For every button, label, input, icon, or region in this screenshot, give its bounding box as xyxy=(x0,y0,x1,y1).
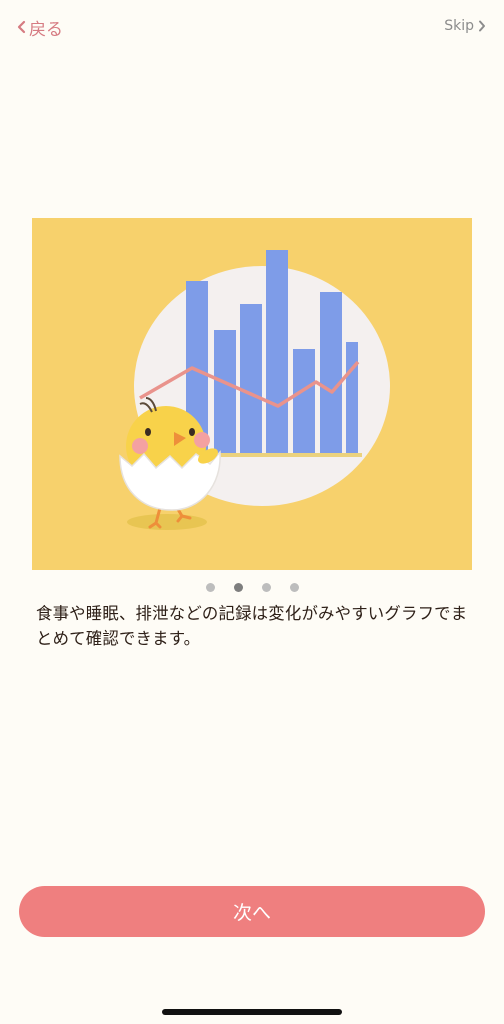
back-label: 戻る xyxy=(29,19,63,40)
skip-label: Skip xyxy=(444,18,474,34)
chart-bar xyxy=(214,330,236,455)
chart-bar xyxy=(240,304,262,455)
next-button[interactable]: 次へ xyxy=(19,886,485,937)
page-dot[interactable] xyxy=(205,583,215,592)
page-dot-active[interactable] xyxy=(233,583,243,592)
page-indicator xyxy=(0,583,504,592)
chart-bar xyxy=(266,250,288,455)
chart-bar xyxy=(320,292,342,455)
chevron-left-icon xyxy=(17,20,26,34)
page-dot[interactable] xyxy=(261,583,271,592)
skip-button[interactable]: Skip xyxy=(444,15,486,37)
page-dot[interactable] xyxy=(289,583,299,592)
onboarding-description: 食事や睡眠、排泄などの記録は変化がみやすいグラフでまとめて確認できます。 xyxy=(36,604,468,648)
onboarding-illustration xyxy=(32,218,472,570)
chart-bar xyxy=(293,349,315,455)
back-button[interactable]: 戻る xyxy=(16,14,63,40)
chart-bar xyxy=(346,342,358,455)
home-indicator xyxy=(162,1009,342,1015)
chevron-right-icon xyxy=(479,20,485,32)
